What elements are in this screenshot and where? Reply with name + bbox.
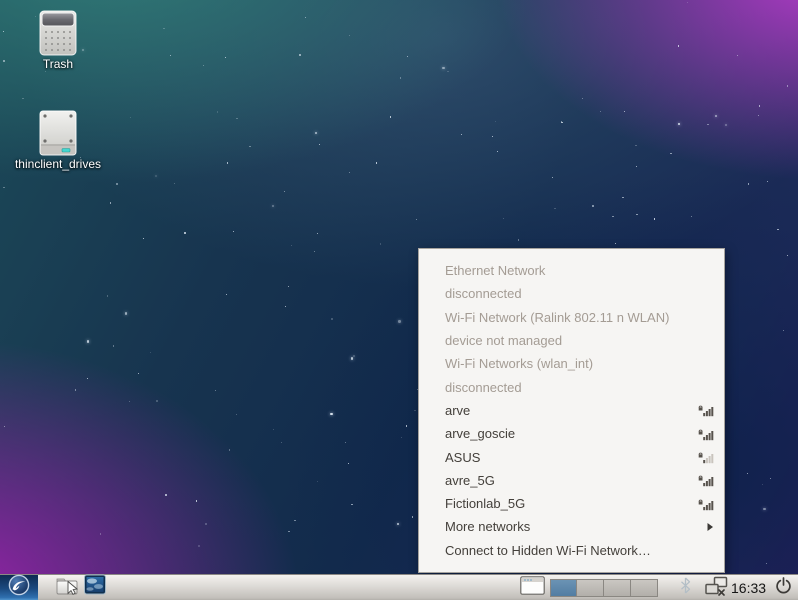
- menu-item-asus[interactable]: ASUS: [419, 445, 724, 468]
- trash-icon: [10, 10, 106, 56]
- wifi-signal-strong-icon: [698, 427, 714, 441]
- menu-item-avre-5g[interactable]: avre_5G: [419, 469, 724, 492]
- menu-item-device-not-managed: device not managed: [419, 329, 724, 352]
- menu-item-label: Wi-Fi Networks (wlan_int): [445, 356, 714, 371]
- menu-item-ethernet-network: Ethernet Network: [419, 259, 724, 282]
- menu-item-wi-fi-network-ralink-802-11-n-wlan: Wi-Fi Network (Ralink 802.11 n WLAN): [419, 306, 724, 329]
- menu-item-label: arve: [445, 403, 690, 418]
- desktop: Trash thinclient_drives: [0, 0, 798, 600]
- wifi-signal-weak-icon: [698, 450, 714, 464]
- menu-item-arve-goscie[interactable]: arve_goscie: [419, 422, 724, 445]
- menu-item-label: disconnected: [445, 286, 714, 301]
- menu-item-wi-fi-networks-wlan-int: Wi-Fi Networks (wlan_int): [419, 352, 724, 375]
- power-icon: [775, 577, 792, 599]
- menu-item-more-networks[interactable]: More networks: [419, 515, 724, 538]
- menu-item-fictionlab-5g[interactable]: Fictionlab_5G: [419, 492, 724, 515]
- menu-item-label: Connect to Hidden Wi-Fi Network…: [445, 543, 714, 558]
- file-manager-launcher[interactable]: [54, 575, 80, 600]
- bluetooth-tray-item[interactable]: [676, 575, 694, 600]
- menu-item-label: arve_goscie: [445, 426, 690, 441]
- desktop-icon-trash[interactable]: Trash: [10, 10, 106, 71]
- start-menu-button[interactable]: [0, 575, 38, 600]
- network-offline-icon: [704, 576, 729, 600]
- desktop-icon-label: thinclient_drives: [10, 158, 106, 171]
- taskbar: 16:33: [0, 574, 798, 600]
- menu-item-label: ASUS: [445, 450, 690, 465]
- lubuntu-logo-icon: [8, 574, 30, 600]
- bluetooth-icon: [680, 577, 691, 599]
- network-menu-list: Ethernet Network disconnected Wi-Fi Networ…: [419, 259, 724, 562]
- file-manager-icon: [55, 573, 79, 600]
- menu-item-label: Ethernet Network: [445, 263, 714, 278]
- menu-item-disconnected: disconnected: [419, 282, 724, 305]
- show-desktop-icon: [520, 576, 545, 600]
- clock[interactable]: 16:33: [731, 575, 766, 600]
- network-tray-item[interactable]: [702, 575, 730, 600]
- desktop-icon-thinclient-drives[interactable]: thinclient_drives: [10, 110, 106, 171]
- menu-item-label: device not managed: [445, 333, 714, 348]
- desktop-monitor-launcher[interactable]: [82, 575, 108, 600]
- show-desktop-button[interactable]: [519, 577, 546, 598]
- workspace-3[interactable]: [604, 579, 631, 597]
- menu-item-label: disconnected: [445, 380, 714, 395]
- network-manager-menu: Ethernet Network disconnected Wi-Fi Networ…: [418, 248, 725, 573]
- workspace-2[interactable]: [577, 579, 604, 597]
- workspace-4[interactable]: [631, 579, 658, 597]
- wifi-signal-strong-icon: [698, 403, 714, 417]
- desktop-icon-label: Trash: [10, 58, 106, 71]
- wifi-signal-strong-icon: [698, 473, 714, 487]
- menu-item-label: Wi-Fi Network (Ralink 802.11 n WLAN): [445, 310, 714, 325]
- menu-item-disconnected: disconnected: [419, 375, 724, 398]
- workspace-pager: [550, 579, 658, 597]
- logout-button[interactable]: [770, 575, 796, 600]
- menu-item-label: More networks: [445, 519, 698, 534]
- menu-item-label: Fictionlab_5G: [445, 496, 690, 511]
- menu-item-arve[interactable]: arve: [419, 399, 724, 422]
- desktop-monitor-icon: [83, 573, 107, 600]
- drive-icon: [10, 110, 106, 156]
- menu-item-connect-to-hidden-wi-fi-network[interactable]: Connect to Hidden Wi-Fi Network…: [419, 539, 724, 562]
- menu-item-label: avre_5G: [445, 473, 690, 488]
- wifi-signal-strong-icon: [698, 497, 714, 511]
- submenu-arrow-icon: [706, 522, 714, 532]
- workspace-1[interactable]: [550, 579, 577, 597]
